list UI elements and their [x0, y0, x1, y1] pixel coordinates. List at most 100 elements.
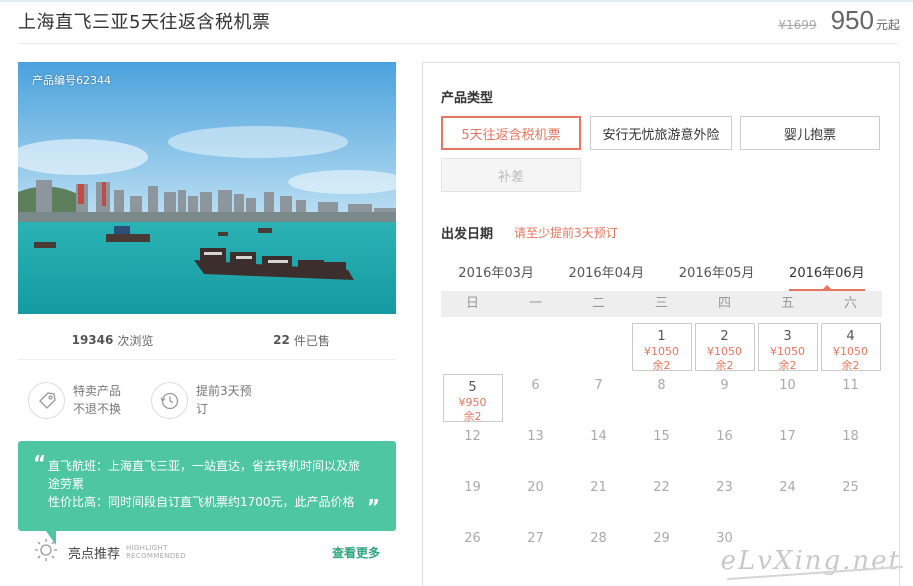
calendar-day: 17	[779, 429, 796, 444]
product-number: 产品编号62344	[32, 74, 111, 87]
calendar-day: 18	[842, 429, 859, 444]
weekday-label: 三	[654, 296, 668, 311]
harbor-photo-illustration	[18, 62, 396, 314]
recommend-en-2: RECOMMENDED	[126, 552, 186, 560]
weekday-label: 二	[591, 296, 605, 311]
feature-list: 特卖产品 不退不换 提前3天预 订	[28, 382, 274, 419]
calendar-day: 15	[653, 429, 670, 444]
calendar-day: 16	[716, 429, 733, 444]
views-label: 次浏览	[117, 333, 154, 348]
day-price: ¥1050	[644, 345, 679, 358]
calendar-week: 1 ¥1050 余2 2 ¥1050 余2 3 ¥1050 余2 4 ¥1050…	[441, 323, 882, 374]
calendar-day-available[interactable]: 4 ¥1050 余2	[820, 323, 881, 372]
title-divider	[18, 43, 898, 44]
top-border	[0, 0, 913, 2]
feature-special-sale: 特卖产品 不退不换	[28, 382, 133, 419]
calendar-day: 23	[716, 480, 733, 495]
product-photo[interactable]: 产品编号62344	[18, 62, 396, 314]
calendar-day: 27	[527, 531, 544, 546]
calendar-day-available[interactable]: 1 ¥1050 余2	[631, 323, 692, 372]
see-more-link[interactable]: 查看更多	[332, 544, 380, 561]
sun-icon	[34, 538, 58, 566]
calendar-empty-cell	[506, 323, 566, 371]
tag-icon	[28, 382, 65, 419]
quote-open-icon: “	[33, 451, 47, 475]
weekday-label: 一	[528, 296, 542, 311]
weekday-label: 六	[843, 296, 857, 311]
tab-2016-06[interactable]: 2016年06月	[772, 263, 882, 291]
day-stock: 余2	[652, 359, 671, 372]
calendar-day: 10	[779, 378, 796, 393]
day-number: 1	[657, 329, 666, 344]
weekday-label: 日	[465, 296, 479, 311]
calendar-day: 20	[527, 480, 544, 495]
feature-line: 不退不换	[73, 402, 122, 416]
calendar-day: 21	[590, 480, 607, 495]
booking-notice: 请至少提前3天预订	[514, 226, 618, 240]
option-infant-ticket[interactable]: 婴儿抱票	[740, 116, 880, 150]
day-stock: 余2	[778, 359, 797, 372]
calendar-day: 29	[653, 531, 670, 546]
tab-2016-03[interactable]: 2016年03月	[441, 263, 551, 291]
calendar-day: 25	[842, 480, 859, 495]
calendar-day: 7	[594, 378, 603, 393]
feature-advance-booking: 提前3天预 订	[151, 382, 256, 419]
calendar-day-available[interactable]: 3 ¥1050 余2	[757, 323, 818, 372]
calendar-day: 24	[779, 480, 796, 495]
product-type-label: 产品类型	[441, 91, 494, 106]
option-supplement[interactable]: 补差	[441, 158, 581, 192]
calendar-week: 5 ¥950 余2 6 7 8 9 10 11	[441, 374, 882, 425]
calendar-day: 8	[657, 378, 666, 393]
highlight-line: 直飞航班：上海直飞三亚，一站直达，省去转机时间以及旅	[48, 459, 361, 473]
highlight-line: 途劳累	[48, 477, 85, 491]
tab-2016-05[interactable]: 2016年05月	[662, 263, 772, 291]
calendar-day: 12	[464, 429, 481, 444]
day-number: 3	[783, 329, 792, 344]
day-price: ¥950	[458, 396, 487, 409]
recommend-subtitle: HIGHLIGHT RECOMMENDED	[126, 544, 186, 560]
option-travel-insurance[interactable]: 安行无忧旅游意外险	[590, 116, 732, 150]
calendar-empty-cell	[569, 323, 629, 371]
day-stock: 余2	[841, 359, 860, 372]
day-price: ¥1050	[770, 345, 805, 358]
calendar-week: 19 20 21 22 23 24 25	[441, 476, 882, 527]
calendar-empty-cell	[443, 323, 503, 371]
highlight-line: 性价比高：同时间段自订直飞机票约1700元，此产品价格	[48, 495, 355, 509]
calendar-day-available[interactable]: 5 ¥950 余2	[442, 374, 503, 423]
calendar-day-available[interactable]: 2 ¥1050 余2	[694, 323, 755, 372]
departure-date-label: 出发日期	[441, 227, 494, 242]
calendar-day: 14	[590, 429, 607, 444]
clock-history-icon	[151, 382, 188, 419]
weekday-header: 日 一 二 三 四 五 六	[441, 291, 882, 317]
booking-panel: 产品类型 5天往返含税机票 安行无忧旅游意外险 婴儿抱票 补差 出发日期 请至少…	[422, 62, 900, 586]
weekday-label: 五	[780, 296, 794, 311]
current-price: 950	[830, 5, 874, 35]
day-price: ¥1050	[833, 345, 868, 358]
calendar-day: 19	[464, 480, 481, 495]
views-stat: 19346 次浏览	[18, 322, 207, 358]
calendar-day: 28	[590, 531, 607, 546]
weekday-label: 四	[717, 296, 731, 311]
sold-stat: 22 件已售	[207, 322, 396, 358]
calendar-week: 12 13 14 15 16 17 18	[441, 425, 882, 476]
month-tabs: 2016年03月 2016年04月 2016年05月 2016年06月	[441, 263, 882, 291]
recommend-row: 亮点推荐 HIGHLIGHT RECOMMENDED 查看更多	[34, 538, 380, 566]
product-stats: 19346 次浏览 22 件已售	[18, 322, 396, 358]
calendar-day: 6	[531, 378, 540, 393]
day-stock: 余2	[715, 359, 734, 372]
watermark-logo: eLvXing.net	[720, 546, 901, 576]
feature-line: 特卖产品	[73, 384, 122, 398]
calendar-day: 13	[527, 429, 544, 444]
tab-2016-04[interactable]: 2016年04月	[551, 263, 661, 291]
calendar-day: 22	[653, 480, 670, 495]
recommend-en-1: HIGHLIGHT	[126, 544, 168, 552]
day-price: ¥1050	[707, 345, 742, 358]
feature-line: 订	[196, 402, 209, 416]
feature-line: 提前3天预	[196, 384, 252, 398]
stats-divider	[18, 359, 396, 360]
option-round-trip-ticket[interactable]: 5天往返含税机票	[441, 116, 581, 150]
day-number: 4	[846, 329, 855, 344]
recommend-title: 亮点推荐	[68, 546, 121, 562]
calendar-day: 9	[720, 378, 729, 393]
original-price: ¥1699	[778, 18, 817, 32]
